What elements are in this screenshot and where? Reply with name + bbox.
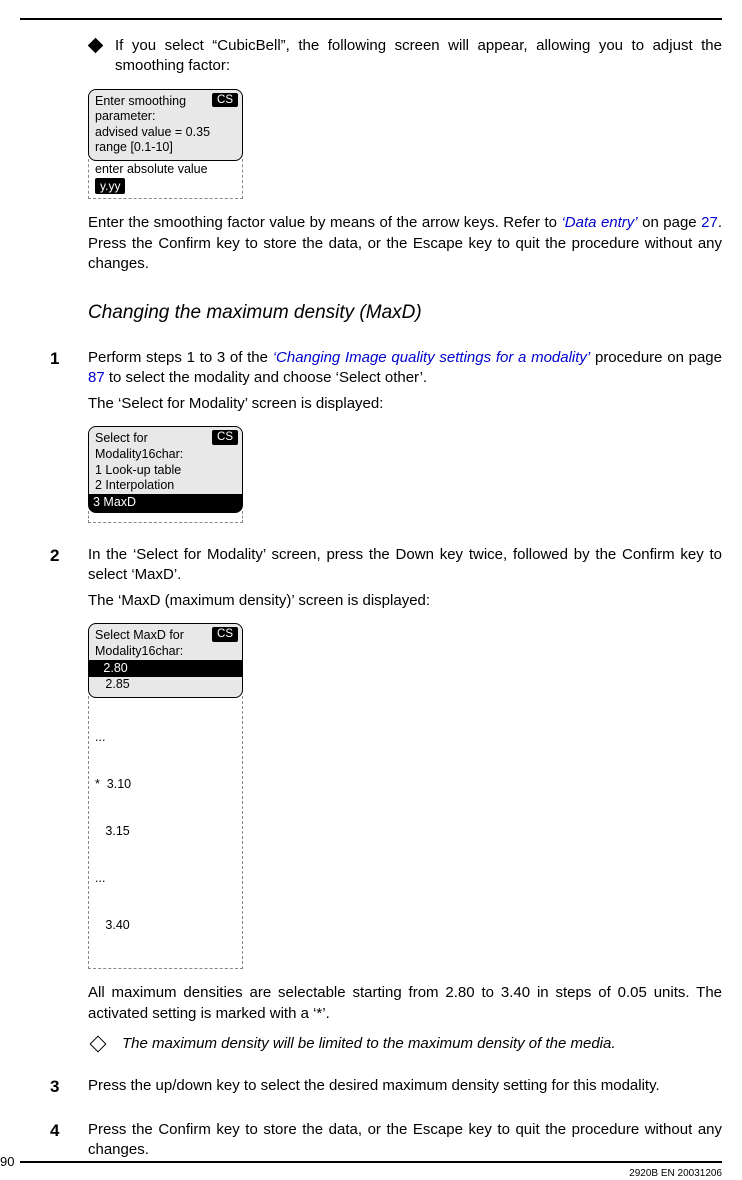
lcd-line: 1 Look-up table xyxy=(95,463,236,479)
lcd-line: advised value = 0.35 xyxy=(95,125,236,141)
lcd-below: enter absolute value y.yy xyxy=(88,159,243,199)
bullet-text: If you select “CubicBell”, the following… xyxy=(115,36,722,77)
paragraph: All maximum densities are selectable sta… xyxy=(88,983,722,1024)
text: In the ‘Select for Modality’ screen, pre… xyxy=(88,546,722,583)
lcd-line: Modality16char: xyxy=(95,644,236,660)
step-body: Press the up/down key to select the desi… xyxy=(88,1076,722,1096)
page-footer: 90 2920B EN 20031206 xyxy=(0,1161,742,1163)
lcd-line: parameter: xyxy=(95,109,236,125)
lcd-line: * 3.10 xyxy=(95,777,236,793)
step-number-3: 3 xyxy=(50,1076,88,1098)
lcd-line: 2 Interpolation xyxy=(95,478,236,494)
lcd-line: ... xyxy=(95,730,236,746)
text: procedure on page xyxy=(590,349,722,366)
step-number-2: 2 xyxy=(50,545,88,567)
lcd-selected-row: 2.80 xyxy=(89,660,242,678)
lcd-frame: CS Enter smoothing parameter: advised va… xyxy=(88,89,243,162)
link-data-entry[interactable]: ‘Data entry’ xyxy=(561,214,637,231)
step-number-4: 4 xyxy=(50,1120,88,1142)
lcd-frame: CS Select for Modality16char: 1 Look-up … xyxy=(88,426,243,512)
lcd-line: 3.15 xyxy=(95,824,236,840)
text: The ‘MaxD (maximum density)’ screen is d… xyxy=(88,591,722,611)
lcd-line: 2.85 xyxy=(95,677,236,693)
cs-badge: CS xyxy=(212,430,238,445)
cs-badge: CS xyxy=(212,93,238,108)
lcd-line: 3.40 xyxy=(95,918,236,934)
lcd-line: range [0.1-10] xyxy=(95,140,236,156)
link-changing-iq[interactable]: ‘Changing Image quality settings for a m… xyxy=(273,349,591,366)
paragraph: Enter the smoothing factor value by mean… xyxy=(88,213,722,274)
note-text: The maximum density will be limited to t… xyxy=(122,1034,722,1054)
step-body: Perform steps 1 to 3 of the ‘Changing Im… xyxy=(88,348,722,415)
lcd-select-maxd: CS Select MaxD for Modality16char: 2.80 … xyxy=(88,623,243,969)
text: to select the modality and choose ‘Selec… xyxy=(105,369,427,386)
lcd-frame: CS Select MaxD for Modality16char: 2.80 … xyxy=(88,623,243,698)
link-page-87[interactable]: 87 xyxy=(88,369,105,386)
lcd-line: ... xyxy=(95,871,236,887)
link-page-27[interactable]: 27 xyxy=(701,214,718,231)
note-diamond-icon xyxy=(90,1035,107,1052)
subheading-maxd: Changing the maximum density (MaxD) xyxy=(88,300,722,326)
lcd-selected-row: 3 MaxD xyxy=(89,494,242,512)
top-rule xyxy=(20,18,722,20)
text: The ‘Select for Modality’ screen is disp… xyxy=(88,394,722,414)
text: Perform steps 1 to 3 of the xyxy=(88,349,273,366)
lcd-input-chip: y.yy xyxy=(95,178,125,194)
step-body: In the ‘Select for Modality’ screen, pre… xyxy=(88,545,722,612)
step-body: Press the Confirm key to store the data,… xyxy=(88,1120,722,1161)
bullet-diamond-icon xyxy=(88,38,104,54)
lcd-select-modality: CS Select for Modality16char: 1 Look-up … xyxy=(88,426,243,522)
lcd-below: ... * 3.10 3.15 ... 3.40 xyxy=(88,696,243,970)
lcd-smoothing: CS Enter smoothing parameter: advised va… xyxy=(88,89,243,200)
step-number-1: 1 xyxy=(50,348,88,370)
page-number: 90 xyxy=(0,1153,18,1171)
cs-badge: CS xyxy=(212,627,238,642)
text: on page xyxy=(638,214,702,231)
lcd-line: Modality16char: xyxy=(95,447,236,463)
lcd-below-label: enter absolute value xyxy=(95,162,236,178)
text: Enter the smoothing factor value by mean… xyxy=(88,214,561,231)
